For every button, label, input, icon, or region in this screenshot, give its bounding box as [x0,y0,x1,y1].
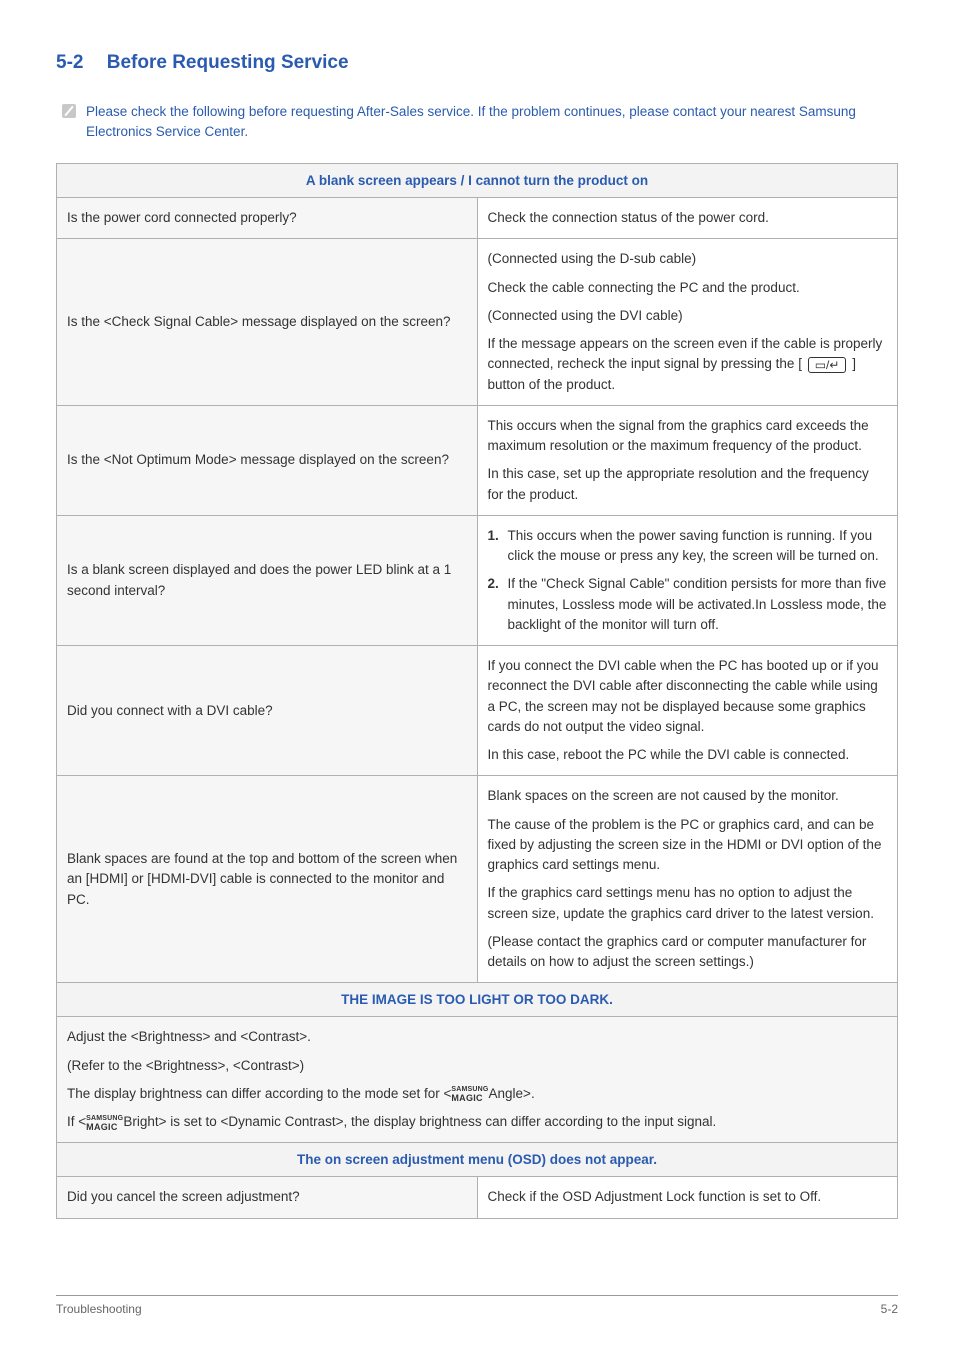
answer-line: If you connect the DVI cable when the PC… [488,656,888,737]
answer-line: If <SAMSUNGMAGICBright> is set to <Dynam… [67,1112,887,1132]
section-title: Before Requesting Service [107,52,349,73]
table-row: Did you cancel the screen adjustment? Ch… [57,1177,898,1218]
source-enter-button-icon: ▭/↵ [808,357,847,373]
answer-line: The display brightness can differ accord… [67,1084,887,1104]
answer-line: (Please contact the graphics card or com… [488,932,888,973]
table-row: Blank spaces are found at the top and bo… [57,776,898,983]
answer-line: If the message appears on the screen eve… [488,334,888,395]
samsung-magic-logo: SAMSUNGMAGIC [451,1086,488,1102]
magic-bottom: MAGIC [451,1093,483,1103]
troubleshoot-table: A blank screen appears / I cannot turn t… [56,163,898,1219]
question-cell: Is the power cord connected properly? [57,198,478,239]
table-row: Adjust the <Brightness> and <Contrast>. … [57,1017,898,1143]
answer-line: In this case, reboot the PC while the DV… [488,745,888,765]
answer-line: This occurs when the power saving functi… [508,528,879,563]
note-icon [62,104,76,118]
question-cell: Is a blank screen displayed and does the… [57,515,478,645]
answer-cell: (Connected using the D-sub cable) Check … [477,239,898,406]
table-row: Is the <Check Signal Cable> message disp… [57,239,898,406]
table-row: Is the power cord connected properly? Ch… [57,198,898,239]
answer-text: The display brightness can differ accord… [67,1086,451,1101]
answer-line: Blank spaces on the screen are not cause… [488,786,888,806]
answer-line: (Refer to the <Brightness>, <Contrast>) [67,1056,887,1076]
table-row: Is the <Not Optimum Mode> message displa… [57,405,898,515]
question-cell: Did you cancel the screen adjustment? [57,1177,478,1218]
samsung-magic-logo: SAMSUNGMAGIC [86,1115,123,1131]
table-header-s2: THE IMAGE IS TOO LIGHT OR TOO DARK. [57,983,898,1017]
table-row: Did you connect with a DVI cable? If you… [57,646,898,776]
question-cell: Is the <Not Optimum Mode> message displa… [57,405,478,515]
answer-line: If the "Check Signal Cable" condition pe… [508,576,887,632]
section-heading: 5-2 Before Requesting Service [56,52,898,74]
ordered-item: 1. This occurs when the power saving fun… [488,526,888,567]
answer-line: The cause of the problem is the PC or gr… [488,815,888,876]
footer-left: Troubleshooting [56,1302,142,1316]
answer-line: This occurs when the signal from the gra… [488,416,888,457]
question-cell: Is the <Check Signal Cable> message disp… [57,239,478,406]
list-number: 2. [488,574,499,594]
magic-bottom: MAGIC [86,1122,118,1132]
note-text: Please check the following before reques… [86,102,898,141]
answer-cell: Blank spaces on the screen are not cause… [477,776,898,983]
answer-line: In this case, set up the appropriate res… [488,464,888,505]
list-number: 1. [488,526,499,546]
table-row: Is a blank screen displayed and does the… [57,515,898,645]
section-number: 5-2 [56,52,83,74]
answer-cell: This occurs when the signal from the gra… [477,405,898,515]
answer-line: (Connected using the D-sub cable) [488,249,888,269]
table-header-s1: A blank screen appears / I cannot turn t… [57,164,898,198]
answer-line: Check the cable connecting the PC and th… [488,278,888,298]
answer-cell: Check if the OSD Adjustment Lock functio… [477,1177,898,1218]
answer-line: (Connected using the DVI cable) [488,306,888,326]
table-header-s3: The on screen adjustment menu (OSD) does… [57,1143,898,1177]
answer-cell: 1. This occurs when the power saving fun… [477,515,898,645]
answer-cell: Check the connection status of the power… [477,198,898,239]
answer-text: Bright> is set to <Dynamic Contrast>, th… [123,1114,716,1129]
answer-text: If < [67,1114,86,1129]
answer-text: Angle>. [489,1086,535,1101]
question-cell: Did you connect with a DVI cable? [57,646,478,776]
question-cell: Blank spaces are found at the top and bo… [57,776,478,983]
ordered-item: 2. If the "Check Signal Cable" condition… [488,574,888,635]
full-row-cell: Adjust the <Brightness> and <Contrast>. … [57,1017,898,1143]
answer-line: If the graphics card settings menu has n… [488,883,888,924]
answer-cell: If you connect the DVI cable when the PC… [477,646,898,776]
answer-line: Adjust the <Brightness> and <Contrast>. [67,1027,887,1047]
note-callout: Please check the following before reques… [56,102,898,141]
page-footer: Troubleshooting 5-2 [56,1295,898,1316]
footer-right: 5-2 [881,1302,898,1316]
